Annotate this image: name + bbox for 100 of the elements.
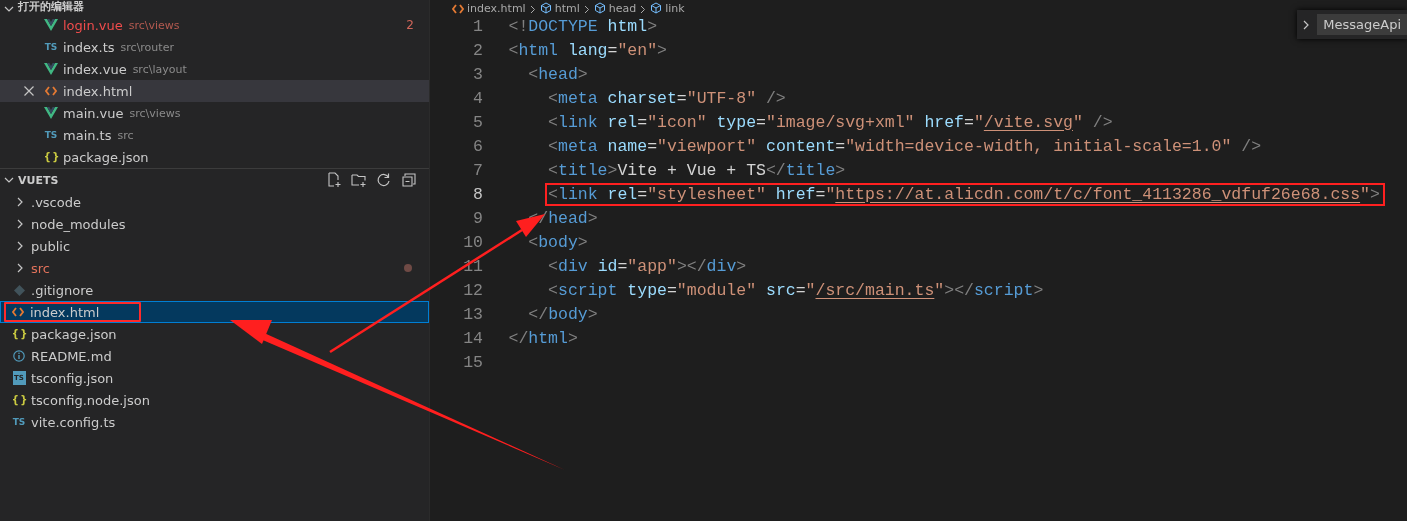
file-path: src\views bbox=[128, 18, 180, 32]
folder-item[interactable]: public bbox=[0, 235, 429, 257]
breadcrumb-item[interactable]: head bbox=[593, 2, 637, 14]
line-number: 15 bbox=[462, 352, 483, 372]
folder-item[interactable]: node_modules bbox=[0, 213, 429, 235]
diamond-icon bbox=[13, 284, 25, 296]
line-number: 7 bbox=[472, 160, 483, 180]
widget-label[interactable]: MessageApi bbox=[1317, 14, 1407, 35]
breadcrumb-item[interactable]: html bbox=[539, 2, 580, 14]
file-item[interactable]: { } tsconfig.node.json bbox=[0, 389, 429, 411]
line-number: 6 bbox=[472, 136, 483, 156]
chevron-icon bbox=[640, 5, 647, 14]
open-editor-item[interactable]: index.html bbox=[0, 80, 429, 102]
file-name: index.html bbox=[30, 304, 100, 320]
file-item[interactable]: TS vite.config.ts bbox=[0, 411, 429, 433]
file-item[interactable]: { } package.json bbox=[0, 323, 429, 345]
v-logo-icon bbox=[44, 63, 58, 75]
file-name: index.vue bbox=[63, 61, 127, 77]
ts-icon: TS bbox=[12, 416, 26, 428]
info-icon bbox=[13, 350, 25, 362]
cube-icon bbox=[650, 2, 663, 14]
chevron-icon[interactable] bbox=[15, 197, 25, 207]
new-folder-icon[interactable] bbox=[351, 172, 367, 188]
file-name: index.html bbox=[63, 83, 133, 99]
open-editor-item[interactable]: main.vue src\views bbox=[0, 102, 429, 124]
file-item[interactable]: .gitignore bbox=[0, 279, 429, 301]
file-name: login.vue bbox=[63, 17, 123, 33]
chevron-icon[interactable] bbox=[4, 4, 14, 14]
file-path: src\layout bbox=[132, 62, 187, 76]
open-editor-item[interactable]: { } package.json bbox=[0, 146, 429, 168]
chevron-icon[interactable] bbox=[15, 241, 25, 251]
braces-icon: { } bbox=[11, 394, 27, 406]
file-path: src\views bbox=[129, 106, 181, 120]
v-logo-icon bbox=[44, 19, 58, 31]
file-name: README.md bbox=[31, 348, 112, 364]
chevron-icon bbox=[583, 5, 590, 14]
line-number: 12 bbox=[462, 280, 483, 300]
refresh-icon[interactable] bbox=[376, 172, 392, 188]
folder-title[interactable]: VUETS bbox=[18, 173, 59, 187]
file-path: src\router bbox=[120, 40, 174, 54]
section-title[interactable]: 打开的编辑器 bbox=[18, 0, 84, 14]
collapse-all-icon[interactable] bbox=[401, 172, 417, 188]
v-logo-icon bbox=[44, 107, 58, 119]
braces-icon: { } bbox=[43, 151, 59, 163]
file-name: vite.config.ts bbox=[31, 414, 116, 430]
folder-item[interactable]: .vscode bbox=[0, 191, 429, 213]
braces-icon: { } bbox=[11, 328, 27, 340]
problem-count: 2 bbox=[406, 18, 414, 32]
line-number: 9 bbox=[472, 208, 483, 228]
code-line: </body> bbox=[527, 303, 599, 326]
cube-icon bbox=[539, 2, 552, 14]
file-name: package.json bbox=[63, 149, 149, 165]
folder-name: .vscode bbox=[31, 194, 81, 210]
file-name: index.ts bbox=[63, 39, 115, 55]
file-name: main.ts bbox=[63, 127, 112, 143]
file-item[interactable]: index.html bbox=[0, 301, 429, 323]
code-brackets-icon bbox=[452, 3, 464, 14]
code-line: <meta name="viewport" content="width=device-width, initial-scale=1.0" /> bbox=[547, 135, 1263, 158]
code-line: </html> bbox=[507, 327, 579, 350]
code-line: <title>Vite + Vue + TS</title> bbox=[547, 159, 847, 182]
line-number: 1 bbox=[472, 16, 483, 36]
close-icon[interactable] bbox=[23, 85, 35, 97]
code-line: <meta charset="UTF-8" /> bbox=[547, 87, 787, 110]
line-number: 13 bbox=[462, 304, 483, 324]
file-name: main.vue bbox=[63, 105, 124, 121]
breadcrumb-item[interactable]: index.html bbox=[452, 3, 526, 14]
open-editor-item[interactable]: TS index.ts src\router bbox=[0, 36, 429, 58]
file-name: package.json bbox=[31, 326, 117, 342]
code-line: <html lang="en"> bbox=[507, 39, 668, 62]
code-line: <link rel="icon" type="image/svg+xml" href="/vite.svg" /> bbox=[547, 111, 1114, 134]
file-path: src bbox=[117, 128, 134, 142]
file-name: tsconfig.node.json bbox=[31, 392, 150, 408]
code-line: <body> bbox=[527, 231, 589, 254]
folder-name: node_modules bbox=[31, 216, 126, 232]
code-brackets-icon bbox=[12, 307, 24, 317]
chevron-icon[interactable] bbox=[4, 175, 14, 185]
chevron-icon[interactable] bbox=[15, 219, 25, 229]
file-name: .gitignore bbox=[31, 282, 94, 298]
code-line: <script type="module" src="/src/main.ts"></script> bbox=[547, 279, 1045, 302]
folder-name: src bbox=[31, 260, 50, 276]
line-number: 2 bbox=[472, 40, 483, 60]
chevron-icon[interactable] bbox=[15, 263, 25, 273]
line-number: 3 bbox=[472, 64, 483, 84]
line-number: 10 bbox=[462, 232, 483, 252]
code-brackets-icon bbox=[45, 86, 57, 96]
file-item[interactable]: README.md bbox=[0, 345, 429, 367]
file-name: tsconfig.json bbox=[31, 370, 114, 386]
cube-icon bbox=[593, 2, 606, 14]
open-editor-item[interactable]: TS main.ts src bbox=[0, 124, 429, 146]
line-number: 4 bbox=[472, 88, 483, 108]
code-line: <head> bbox=[527, 63, 589, 86]
line-number: 8 bbox=[472, 184, 483, 204]
new-file-icon[interactable] bbox=[326, 172, 342, 188]
ts-icon: TS bbox=[44, 41, 58, 53]
open-editor-item[interactable]: login.vue src\views 2 bbox=[0, 14, 429, 36]
line-number: 5 bbox=[472, 112, 483, 132]
breadcrumb-item[interactable]: link bbox=[650, 2, 685, 14]
open-editor-item[interactable]: index.vue src\layout bbox=[0, 58, 429, 80]
folder-name: public bbox=[31, 238, 71, 254]
folder-item[interactable]: src bbox=[0, 257, 429, 279]
